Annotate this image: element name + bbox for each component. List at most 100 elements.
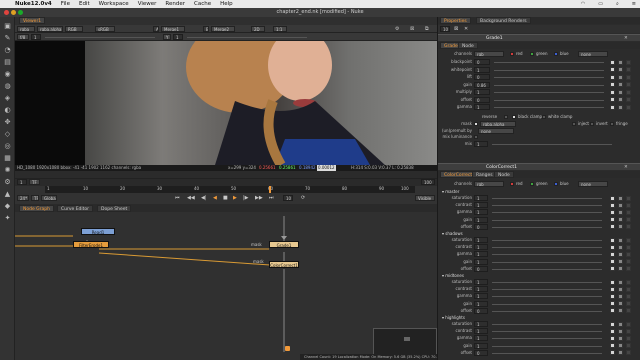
invert-checkbox[interactable]: [590, 122, 594, 126]
views-tool-icon[interactable]: ◎: [2, 141, 13, 151]
color-picker-icon[interactable]: [610, 217, 615, 223]
animation-menu-icon[interactable]: [626, 286, 631, 292]
channel-split-icon[interactable]: [618, 244, 623, 250]
animation-menu-icon[interactable]: [626, 104, 631, 110]
cc-row-slider[interactable]: [492, 331, 602, 333]
animation-menu-icon[interactable]: [626, 259, 631, 265]
viewer-canvas[interactable]: [15, 41, 437, 165]
cc-row-value[interactable]: 0: [474, 307, 488, 314]
menu-icon[interactable]: ≡: [632, 1, 636, 7]
channel-split-icon[interactable]: [618, 67, 623, 72]
cc-row-value[interactable]: 0: [474, 265, 488, 272]
cc-row-value[interactable]: 1: [474, 244, 488, 251]
cc-row-slider[interactable]: [492, 205, 602, 207]
color-picker-icon[interactable]: [610, 202, 615, 208]
channel-split-icon[interactable]: [618, 59, 623, 65]
cc-row-slider[interactable]: [492, 345, 602, 347]
gamma-slider[interactable]: [187, 37, 307, 38]
channel-split-icon[interactable]: [618, 209, 623, 215]
cc-row-slider[interactable]: [492, 268, 602, 270]
animation-menu-icon[interactable]: [626, 279, 631, 285]
grade-channels-select[interactable]: rgb: [474, 51, 504, 57]
animation-menu-icon[interactable]: [626, 217, 631, 223]
particles-tool-icon[interactable]: ✺: [2, 165, 13, 175]
maximize-window-icon[interactable]: [18, 10, 23, 15]
stop-icon[interactable]: ■: [223, 195, 228, 201]
animation-menu-icon[interactable]: [626, 202, 631, 208]
visible-select[interactable]: Visible: [415, 195, 435, 201]
global-select[interactable]: Global: [41, 195, 57, 201]
blue-checkbox[interactable]: [554, 52, 558, 56]
zoom-select[interactable]: 2D: [251, 26, 265, 32]
grade-row-slider[interactable]: [494, 62, 604, 63]
lock-panel-icon[interactable]: ⊠: [454, 26, 458, 32]
color-picker-icon[interactable]: [610, 244, 615, 250]
cc-row-value[interactable]: 1: [474, 279, 488, 285]
color-picker-icon[interactable]: [610, 343, 615, 349]
tab-viewer1[interactable]: Viewer1: [19, 17, 46, 24]
node-grade1[interactable]: Grade1: [269, 241, 299, 248]
unpremult-select[interactable]: none: [478, 128, 514, 134]
inject-checkbox[interactable]: [572, 122, 576, 126]
wifi-icon[interactable]: ◠: [581, 1, 585, 7]
grade-row-value[interactable]: 1: [474, 89, 490, 95]
viewer-node-connector[interactable]: [285, 346, 290, 351]
grade-row-value[interactable]: 0: [474, 74, 490, 80]
animation-menu-icon[interactable]: [626, 343, 631, 349]
channel-split-icon[interactable]: [618, 279, 623, 285]
cc-row-value[interactable]: 1: [474, 202, 488, 209]
channel-split-icon[interactable]: [618, 308, 623, 314]
cc-row-slider[interactable]: [492, 303, 602, 305]
last-frame-icon[interactable]: ⏭: [269, 195, 274, 201]
color-picker-icon[interactable]: [610, 224, 615, 230]
animation-menu-icon[interactable]: [626, 244, 631, 250]
cc-red-checkbox[interactable]: [510, 182, 514, 186]
cc-blue-checkbox[interactable]: [554, 182, 558, 186]
cc-row-slider[interactable]: [492, 310, 602, 312]
channel-split-icon[interactable]: [618, 89, 623, 95]
cc-row-value[interactable]: 1: [474, 209, 488, 216]
animation-menu-icon[interactable]: [626, 224, 631, 230]
3d-tool-icon[interactable]: ◇: [2, 129, 13, 139]
timeline-mode-select[interactable]: TF: [29, 179, 40, 185]
animation-menu-icon[interactable]: [626, 89, 631, 95]
grade-row-slider[interactable]: [494, 99, 604, 101]
close-window-icon[interactable]: [4, 10, 9, 15]
cc-alpha-select[interactable]: none: [578, 181, 608, 187]
prev-keyframe-icon[interactable]: ◀◀: [187, 195, 195, 201]
cc-row-value[interactable]: 1: [474, 251, 488, 258]
other-tool-icon[interactable]: ▲: [2, 189, 13, 199]
channel-split-icon[interactable]: [618, 266, 623, 272]
grade-row-slider[interactable]: [494, 69, 604, 71]
animation-menu-icon[interactable]: [626, 321, 631, 327]
black-clamp-checkbox[interactable]: [512, 115, 516, 119]
channel-split-icon[interactable]: [618, 224, 623, 230]
mix-slider[interactable]: [492, 144, 612, 145]
channel-split-icon[interactable]: [618, 97, 623, 102]
color-picker-icon[interactable]: [610, 335, 615, 341]
cc-row-slider[interactable]: [492, 254, 602, 256]
cc-row-value[interactable]: 0: [474, 223, 488, 230]
mask-channel-select[interactable]: rgba.alpha: [480, 121, 516, 127]
cc-row-slider[interactable]: [492, 352, 602, 354]
input-b-select[interactable]: Merge2: [211, 26, 235, 32]
menu-render[interactable]: Render: [165, 1, 185, 7]
cc-row-slider[interactable]: [492, 212, 602, 214]
cc-row-slider[interactable]: [492, 247, 602, 249]
animation-menu-icon[interactable]: [626, 350, 631, 356]
cc-row-value[interactable]: 1: [474, 286, 488, 293]
animation-menu-icon[interactable]: [626, 209, 631, 215]
cc-row-value[interactable]: 1: [474, 335, 488, 342]
color-picker-icon[interactable]: [610, 97, 615, 102]
plugins-tool-icon[interactable]: ✦: [2, 213, 13, 223]
color-picker-icon[interactable]: [610, 328, 615, 334]
mix-field[interactable]: 1: [474, 141, 488, 147]
cc-row-value[interactable]: 1: [474, 328, 488, 335]
cc-row-slider[interactable]: [492, 226, 602, 228]
color-picker-icon[interactable]: [610, 104, 615, 110]
merge-tool-icon[interactable]: ◐: [2, 105, 13, 115]
animation-menu-icon[interactable]: [626, 308, 631, 314]
gain-slider[interactable]: [45, 37, 155, 38]
tab-properties[interactable]: Properties: [440, 17, 471, 24]
channels-select[interactable]: rgba: [17, 26, 35, 32]
